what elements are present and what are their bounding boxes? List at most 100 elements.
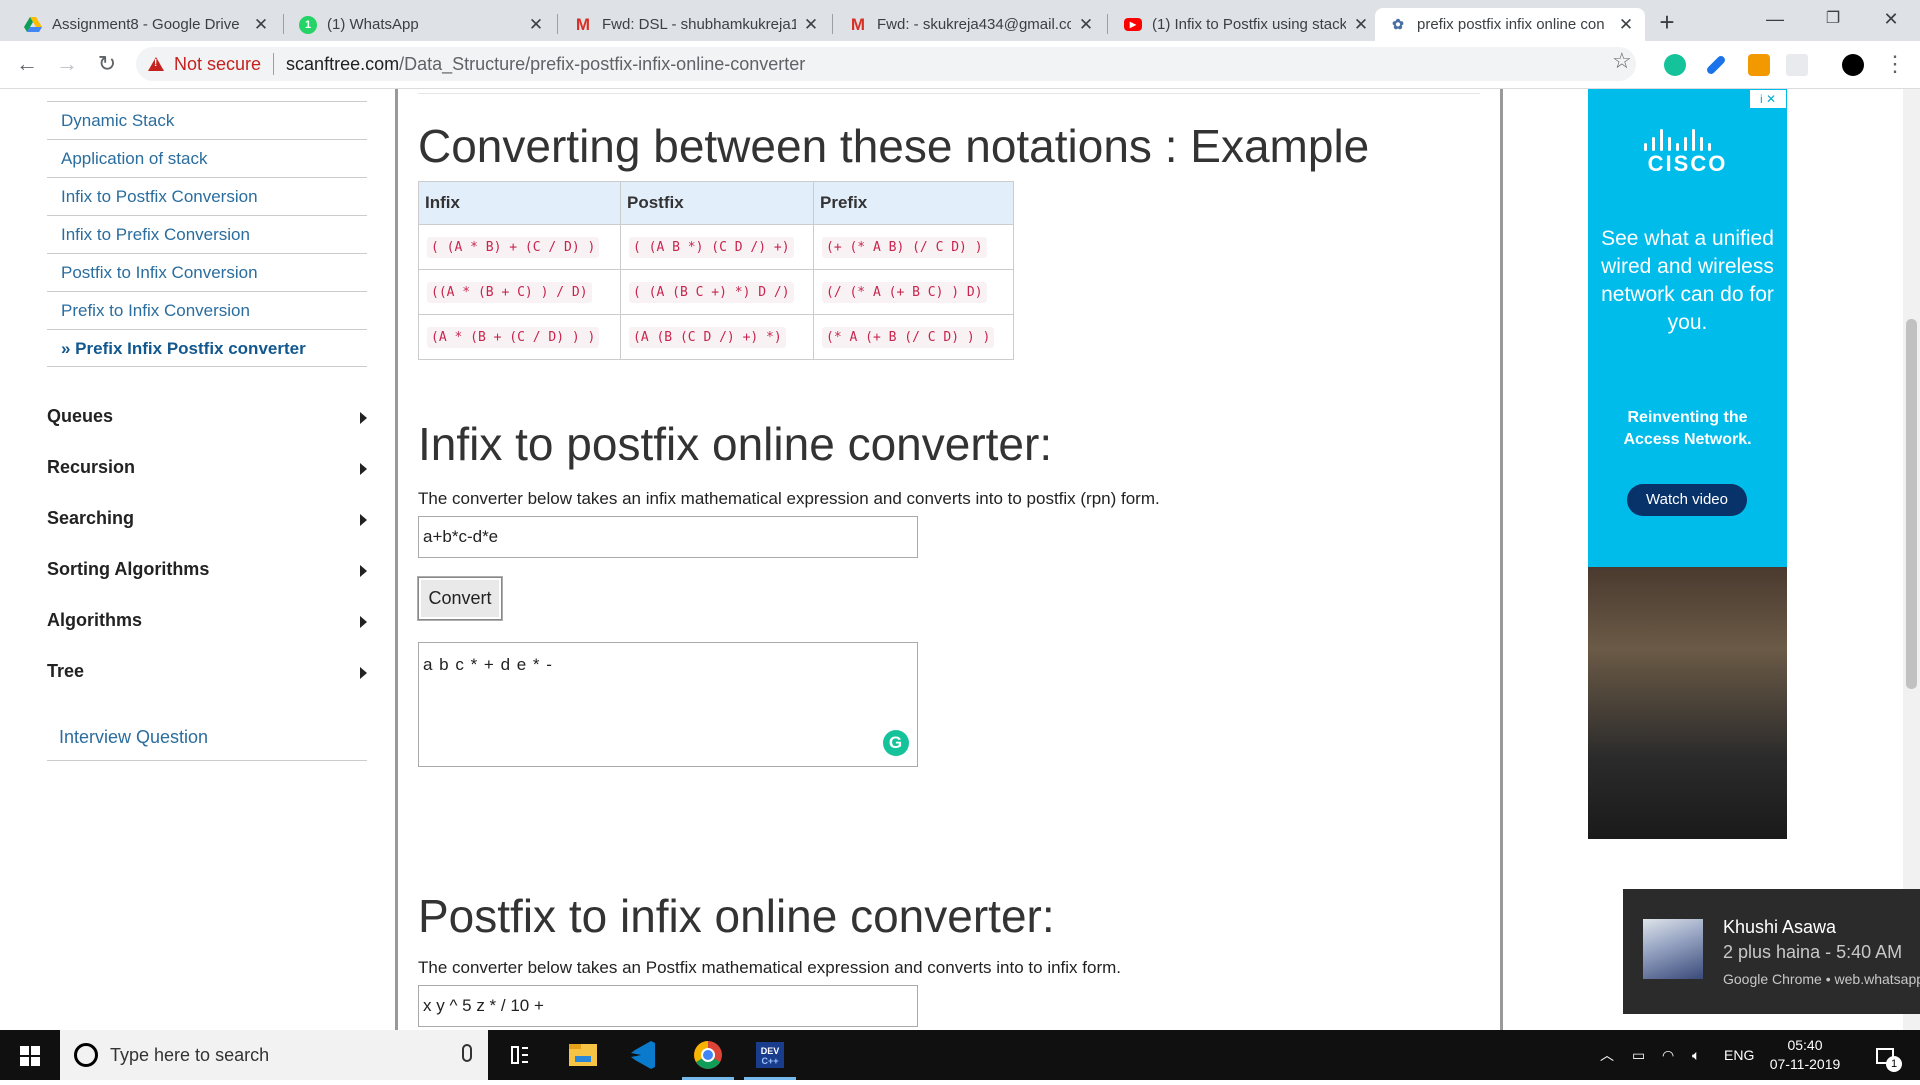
vscode-icon[interactable] [615, 1030, 675, 1080]
sidebar-item-sorting[interactable]: Sorting Algorithms [47, 544, 367, 595]
sidebar-item-prefix-to-infix[interactable]: Prefix to Infix Conversion [47, 291, 367, 329]
security-label[interactable]: Not secure [174, 54, 261, 75]
sidebar-item-dynamic-stack[interactable]: Dynamic Stack [47, 101, 367, 139]
sidebar-item-algorithms[interactable]: Algorithms [47, 595, 367, 646]
postfix-converter-description: The converter below takes an Postfix mat… [418, 958, 1121, 977]
sidebar-item-infix-to-prefix[interactable]: Infix to Prefix Conversion [47, 215, 367, 253]
browser-toolbar: ← → ↻ Not secure scanftree.com /Data_Str… [0, 41, 1920, 89]
tab-youtube[interactable]: ▶ (1) Infix to Postfix using stack ✕ [1110, 8, 1380, 41]
tab-active-converter[interactable]: ✿ prefix postfix infix online con ✕ [1375, 8, 1645, 41]
gmail-icon: M [850, 14, 866, 34]
tab-strip: Assignment8 - Google Drive ✕ 1 (1) Whats… [0, 0, 1920, 41]
close-tab-icon[interactable]: ✕ [527, 15, 545, 35]
infix-expression-input[interactable] [418, 516, 918, 558]
windows-logo-icon [20, 1046, 40, 1066]
url-host: scanftree.com [286, 53, 400, 74]
sidebar-item-recursion[interactable]: Recursion [47, 442, 367, 493]
postfix-output-text: a b c * + d e * - [423, 655, 553, 674]
table-cell: ( (A B *) (C D /) +) [629, 237, 794, 258]
cisco-advertisement[interactable]: i ✕ CISCO See what a unified wired and w… [1588, 89, 1787, 839]
extension-icon[interactable] [1748, 54, 1770, 76]
ad-brand: CISCO [1647, 151, 1728, 176]
address-bar[interactable]: Not secure scanftree.com /Data_Structure… [136, 47, 1636, 81]
table-cell: ((A * (B + C) ) / D) [427, 282, 592, 303]
scrollbar-thumb[interactable] [1906, 319, 1917, 689]
youtube-icon: ▶ [1124, 18, 1142, 31]
table-header: Postfix [620, 181, 814, 225]
show-hidden-icons[interactable]: ︿ [1600, 1030, 1614, 1080]
search-placeholder: Type here to search [110, 1045, 270, 1065]
file-explorer-icon[interactable] [553, 1030, 613, 1080]
sidebar-item-searching[interactable]: Searching [47, 493, 367, 544]
pen-extension-icon[interactable] [1705, 54, 1727, 76]
table-cell: ( (A * B) + (C / D) ) [427, 237, 600, 258]
stack-submenu: Dynamic Stack Application of stack Infix… [47, 101, 367, 367]
close-tab-icon[interactable]: ✕ [252, 15, 270, 35]
notification-sender: Khushi Asawa [1723, 917, 1837, 937]
sidebar-item-application-of-stack[interactable]: Application of stack [47, 139, 367, 177]
close-tab-icon[interactable]: ✕ [802, 15, 820, 35]
avatar [1643, 919, 1703, 979]
back-button[interactable]: ← [12, 49, 42, 79]
chrome-taskbar-icon[interactable] [678, 1030, 738, 1080]
ad-choices-icon[interactable]: i ✕ [1749, 89, 1787, 109]
sidebar-item-postfix-to-infix[interactable]: Postfix to Infix Conversion [47, 253, 367, 291]
interview-question-link[interactable]: Interview Question [47, 719, 367, 761]
postfix-expression-input[interactable] [418, 985, 918, 1027]
sidebar: Dynamic Stack Application of stack Infix… [47, 89, 367, 761]
table-header: Prefix [813, 181, 1014, 225]
svg-text:C++: C++ [761, 1056, 778, 1066]
menu-kebab-icon[interactable]: ⋮ [1880, 49, 1910, 79]
sidebar-item-tree[interactable]: Tree [47, 646, 367, 697]
new-tab-button[interactable]: + [1652, 8, 1682, 38]
grammarly-icon[interactable]: G [883, 730, 909, 756]
windows-taskbar: Type here to search DEV C++ ︿ ▭ ◠ 🔈︎ ENG … [0, 1030, 1920, 1080]
restore-button[interactable]: ❐ [1804, 0, 1862, 41]
postfix-output-textarea[interactable]: a b c * + d e * - G [418, 642, 918, 767]
start-button[interactable] [0, 1030, 60, 1080]
warning-icon [148, 57, 164, 71]
language-indicator[interactable]: ENG [1724, 1030, 1754, 1080]
close-window-button[interactable]: ✕ [1862, 0, 1920, 41]
grammarly-extension-icon[interactable] [1664, 54, 1686, 76]
volume-icon[interactable]: 🔈︎ [1692, 1030, 1700, 1080]
bookmark-star-icon[interactable]: ☆ [1612, 48, 1632, 74]
table-header: Infix [418, 181, 621, 225]
action-center-icon[interactable]: 1 [1870, 1030, 1902, 1080]
close-tab-icon[interactable]: ✕ [1352, 15, 1370, 35]
main-menu: Queues Recursion Searching Sorting Algor… [47, 391, 367, 697]
whatsapp-notification[interactable]: Khushi Asawa 2 plus haina - 5:40 AM Goog… [1623, 889, 1920, 1014]
page-viewport: Dynamic Stack Application of stack Infix… [0, 89, 1920, 1030]
devcpp-icon[interactable]: DEV C++ [740, 1030, 800, 1080]
close-tab-icon[interactable]: ✕ [1077, 15, 1095, 35]
taskbar-search[interactable]: Type here to search [60, 1030, 488, 1080]
infix-converter-heading: Infix to postfix online converter: [418, 418, 1053, 470]
convert-button[interactable]: Convert [418, 577, 502, 620]
reload-button[interactable]: ↻ [92, 49, 122, 79]
clock-date: 07-11-2019 [1769, 1056, 1841, 1072]
close-tab-icon[interactable]: ✕ [1617, 15, 1635, 35]
taskbar-clock[interactable]: 05:40 07-11-2019 [1760, 1036, 1850, 1074]
minimize-button[interactable]: — [1746, 0, 1804, 41]
tab-google-drive[interactable]: Assignment8 - Google Drive ✕ [10, 8, 280, 41]
wifi-icon[interactable]: ◠ [1662, 1030, 1674, 1080]
battery-icon[interactable]: ▭ [1632, 1030, 1645, 1080]
forward-button[interactable]: → [52, 49, 82, 79]
site-icon: ✿ [1392, 16, 1404, 32]
caret-right-icon [360, 514, 367, 526]
extension-icon[interactable] [1786, 54, 1808, 76]
task-view-icon[interactable] [490, 1030, 550, 1080]
sidebar-item-converter[interactable]: » Prefix Infix Postfix converter [47, 329, 367, 367]
caret-right-icon [360, 616, 367, 628]
profile-avatar[interactable] [1842, 54, 1864, 76]
microphone-icon[interactable] [462, 1044, 472, 1062]
notification-source: Google Chrome • web.whatsapp.com [1723, 971, 1920, 987]
tab-gmail-2[interactable]: M Fwd: - skukreja434@gmail.co ✕ [835, 8, 1105, 41]
tab-whatsapp[interactable]: 1 (1) WhatsApp ✕ [285, 8, 555, 41]
caret-right-icon [360, 412, 367, 424]
tab-gmail-1[interactable]: M Fwd: DSL - shubhamkukreja1 ✕ [560, 8, 830, 41]
watch-video-button[interactable]: Watch video [1627, 484, 1747, 516]
sidebar-item-infix-to-postfix[interactable]: Infix to Postfix Conversion [47, 177, 367, 215]
sidebar-item-queues[interactable]: Queues [47, 391, 367, 442]
table-cell: (A * (B + (C / D) ) ) [427, 327, 600, 348]
